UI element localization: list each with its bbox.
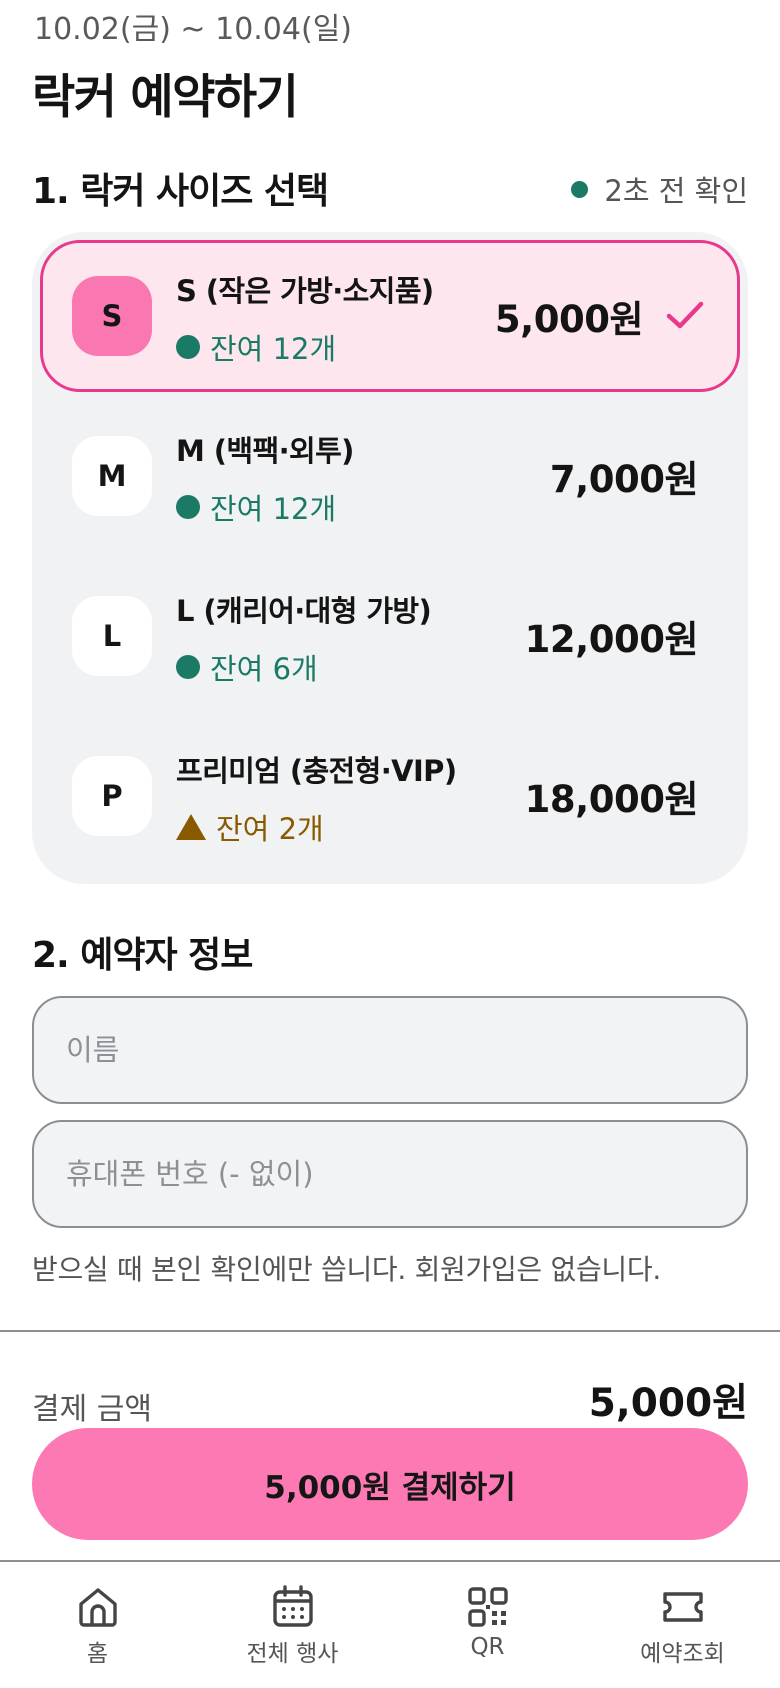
ticket-icon — [662, 1592, 703, 1622]
size-price: 12,000원 — [524, 618, 699, 661]
freshness-indicator: 2초 전 확인 — [571, 168, 748, 210]
privacy-note: 받으실 때 본인 확인에만 씁니다. 회원가입은 없습니다. — [32, 1253, 661, 1286]
checkout-bar: 결제 금액 5,000원 5,000원 결제하기 홈 전체 행사 QR 예약조회 — [0, 1330, 780, 1688]
size-badge-l: L — [72, 596, 152, 676]
size-section-title: 1. 락커 사이즈 선택 — [32, 171, 329, 212]
size-badge-p: P — [72, 756, 152, 836]
size-badge-m: M — [72, 436, 152, 516]
stock-status: 잔여 12개 — [176, 486, 354, 528]
nav-reservations[interactable]: 예약조회 — [585, 1562, 780, 1688]
nav-label: 예약조회 — [640, 1641, 725, 1667]
payment-amount: 5,000원 — [588, 1381, 748, 1426]
name-input[interactable] — [32, 996, 748, 1104]
check-icon — [666, 301, 704, 329]
nav-label: 전체 행사 — [246, 1641, 339, 1667]
size-option-p[interactable]: P 프리미엄 (충전형·VIP) 잔여 2개 18,000원 — [40, 720, 740, 872]
stock-status: 잔여 2개 — [176, 806, 456, 848]
bottom-nav: 홈 전체 행사 QR 예약조회 — [0, 1560, 780, 1688]
stock-ok-icon — [176, 335, 200, 359]
size-price: 7,000원 — [549, 458, 699, 501]
nav-qr[interactable]: QR — [390, 1562, 585, 1688]
pay-button[interactable]: 5,000원 결제하기 — [32, 1428, 748, 1540]
page-title: 락커 예약하기 — [32, 70, 299, 125]
size-name: 프리미엄 (충전형·VIP) — [176, 754, 457, 788]
stock-ok-icon — [176, 655, 200, 679]
warning-triangle-icon — [176, 814, 206, 840]
nav-label: QR — [470, 1634, 505, 1660]
size-price: 18,000원 — [524, 778, 699, 821]
calendar-icon — [272, 1585, 313, 1627]
size-name: S (작은 가방·소지품) — [176, 274, 434, 308]
size-option-l[interactable]: L L (캐리어·대형 가방) 잔여 6개 12,000원 — [40, 560, 740, 712]
phone-input[interactable] — [32, 1120, 748, 1228]
size-option-m[interactable]: M M (백팩·외투) 잔여 12개 7,000원 — [40, 400, 740, 552]
stock-ok-icon — [176, 495, 200, 519]
size-name: M (백팩·외투) — [176, 434, 354, 468]
size-name: L (캐리어·대형 가방) — [176, 594, 432, 628]
qr-code-icon — [467, 1587, 508, 1627]
info-section-title: 2. 예약자 정보 — [32, 935, 253, 976]
nav-home[interactable]: 홈 — [0, 1562, 195, 1688]
nav-label: 홈 — [86, 1641, 109, 1667]
home-icon — [78, 1588, 117, 1627]
size-option-s[interactable]: S S (작은 가방·소지품) 잔여 12개 5,000원 — [40, 240, 740, 392]
size-price: 5,000원 — [494, 298, 644, 341]
payment-label: 결제 금액 — [32, 1392, 152, 1427]
stock-text: 잔여 6개 — [210, 652, 318, 686]
nav-events[interactable]: 전체 행사 — [195, 1562, 390, 1688]
freshness-text: 2초 전 확인 — [604, 174, 748, 208]
stock-text: 잔여 12개 — [210, 332, 337, 366]
stock-text: 잔여 12개 — [210, 492, 337, 526]
stock-text: 잔여 2개 — [216, 812, 324, 846]
stock-status: 잔여 6개 — [176, 646, 431, 688]
date-range: 10.02(금) ~ 10.04(일) — [34, 12, 352, 47]
size-badge-s: S — [72, 276, 152, 356]
stock-status: 잔여 12개 — [176, 326, 434, 368]
locker-size-list: S S (작은 가방·소지품) 잔여 12개 5,000원 M M (백팩·외투… — [32, 232, 748, 884]
live-dot-icon — [571, 180, 589, 198]
